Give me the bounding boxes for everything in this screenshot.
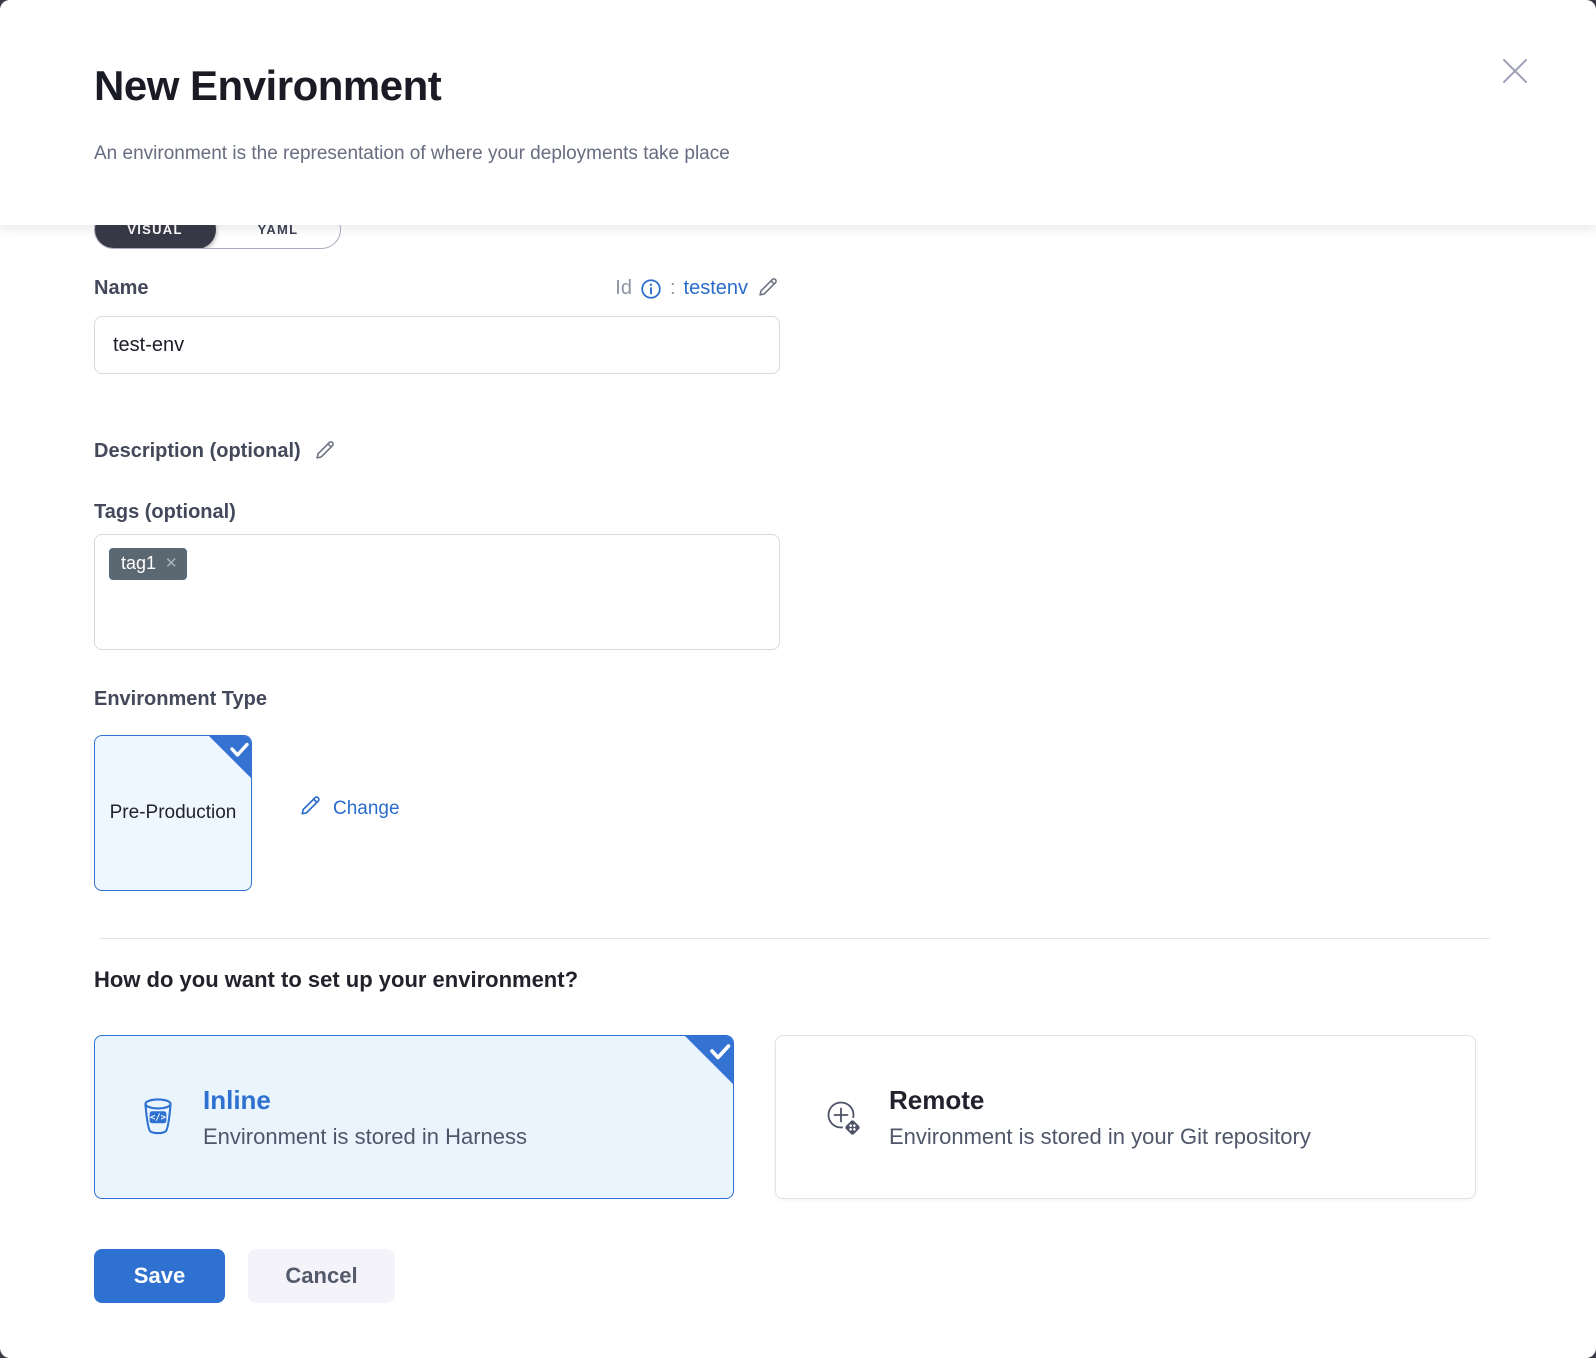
tag-remove-icon[interactable]: ✕ [165,556,178,571]
option-title-remote: Remote [889,1085,1311,1116]
edit-id-button[interactable] [756,275,780,302]
id-separator: : [670,277,676,300]
setup-heading: How do you want to set up your environme… [94,967,1476,993]
page-title: New Environment [94,62,441,110]
change-link-label: Change [333,798,400,820]
option-text-inline: Inline Environment is stored in Harness [203,1085,527,1150]
id-value[interactable]: testenv [684,277,748,300]
option-desc-remote: Environment is stored in your Git reposi… [889,1124,1311,1150]
modal-header: New Environment An environment is the re… [0,0,1596,225]
action-buttons: Save Cancel [94,1249,1476,1303]
environment-type-label: Environment Type [94,688,1476,711]
selected-check-icon [684,1035,734,1085]
option-title-inline: Inline [203,1085,527,1116]
environment-type-card-pre-production[interactable]: Pre-Production [94,735,252,891]
name-row: Name Id : testenv [94,275,780,302]
id-group: Id : testenv [615,275,780,302]
inline-store-icon: </> [137,1095,179,1139]
tags-label: Tags (optional) [94,501,1476,524]
description-label: Description (optional) [94,440,301,463]
info-icon[interactable] [640,278,662,300]
name-label: Name [94,277,148,300]
tags-input[interactable]: tag1 ✕ [94,534,780,650]
pencil-icon [313,438,337,465]
remote-git-icon [821,1094,865,1140]
save-button[interactable]: Save [94,1249,225,1303]
page-subtitle: An environment is the representation of … [94,143,730,165]
new-environment-modal: New Environment An environment is the re… [0,0,1596,1358]
svg-text:</>: </> [150,1113,166,1123]
environment-type-row: Pre-Production Change [94,735,1476,891]
cancel-button[interactable]: Cancel [248,1249,395,1303]
description-row: Description (optional) [94,438,1476,465]
environment-type-card-label: Pre-Production [96,798,251,827]
pencil-icon [756,275,780,302]
close-button[interactable] [1496,53,1534,91]
id-label: Id [615,277,632,300]
tag-chip: tag1 ✕ [109,548,187,580]
option-card-inline[interactable]: </> Inline Environment is stored in Harn… [94,1035,734,1199]
selected-check-icon [208,735,252,779]
pencil-icon [298,793,323,824]
tag-chip-text: tag1 [121,553,156,574]
option-text-remote: Remote Environment is stored in your Git… [889,1085,1311,1150]
name-input[interactable] [94,316,780,374]
option-card-remote[interactable]: Remote Environment is stored in your Git… [775,1035,1476,1199]
edit-description-button[interactable] [313,438,337,465]
section-divider [100,938,1490,939]
close-icon [1498,54,1532,91]
change-environment-type-button[interactable]: Change [298,793,400,824]
option-desc-inline: Environment is stored in Harness [203,1124,527,1150]
setup-options-row: </> Inline Environment is stored in Harn… [94,1035,1476,1199]
